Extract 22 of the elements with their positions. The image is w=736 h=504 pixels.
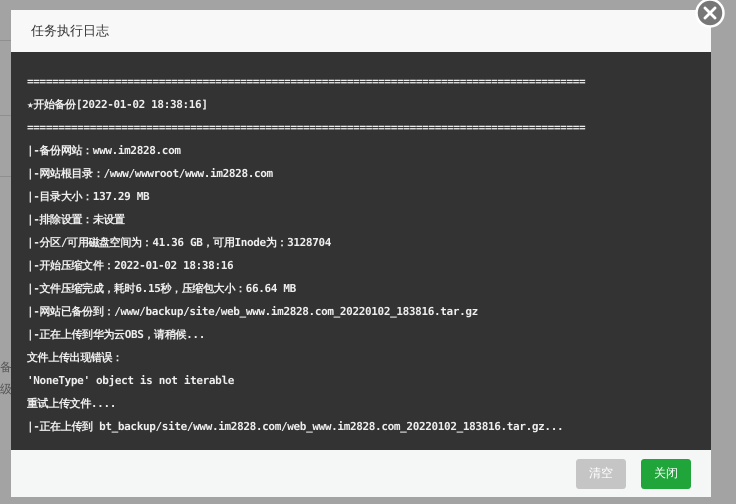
close-button[interactable]: 关闭 [641, 458, 691, 488]
log-line: |-正在上传到 bt_backup/site/www.im2828.com/web_www.im2828.com_20220102_183816.tar.gz... [27, 419, 564, 435]
background-text: 备 [0, 359, 12, 375]
clear-button[interactable]: 清空 [576, 458, 626, 488]
log-line: |-分区/可用磁盘空间为：41.36 GB，可用Inode为：3128704 [27, 235, 332, 251]
log-line: |-正在上传到华为云OBS，请稍候... [27, 327, 206, 343]
log-line: |-开始压缩文件：2022-01-02 18:38:16 [27, 258, 234, 274]
log-line: 重试上传文件.... [27, 396, 117, 412]
log-line: |-网站已备份到：/www/backup/site/web_www.im2828.com_20220102_183816.tar.gz [27, 304, 479, 320]
close-icon[interactable] [695, 0, 725, 28]
log-line: 'NoneType' object is not iterable [27, 373, 235, 389]
log-line: |-网站根目录：/www/wwwroot/www.im2828.com [27, 166, 274, 182]
background-text: 级 [0, 381, 12, 397]
log-line: |-备份网站：www.im2828.com [27, 143, 182, 159]
log-line: 文件上传出现错误： [27, 350, 124, 366]
log-line: ========================================================================================= [27, 120, 586, 136]
log-line: |-文件压缩完成，耗时6.15秒，压缩包大小：66.64 MB [27, 281, 297, 297]
log-line: |-目录大小：137.29 MB [27, 189, 150, 205]
log-line: ★开始备份[2022-01-02 18:38:16] [27, 97, 209, 113]
dialog-title: 任务执行日志 [31, 23, 109, 40]
log-line: ========================================================================================= [27, 74, 586, 90]
log-line: |-排除设置：未设置 [27, 212, 126, 228]
